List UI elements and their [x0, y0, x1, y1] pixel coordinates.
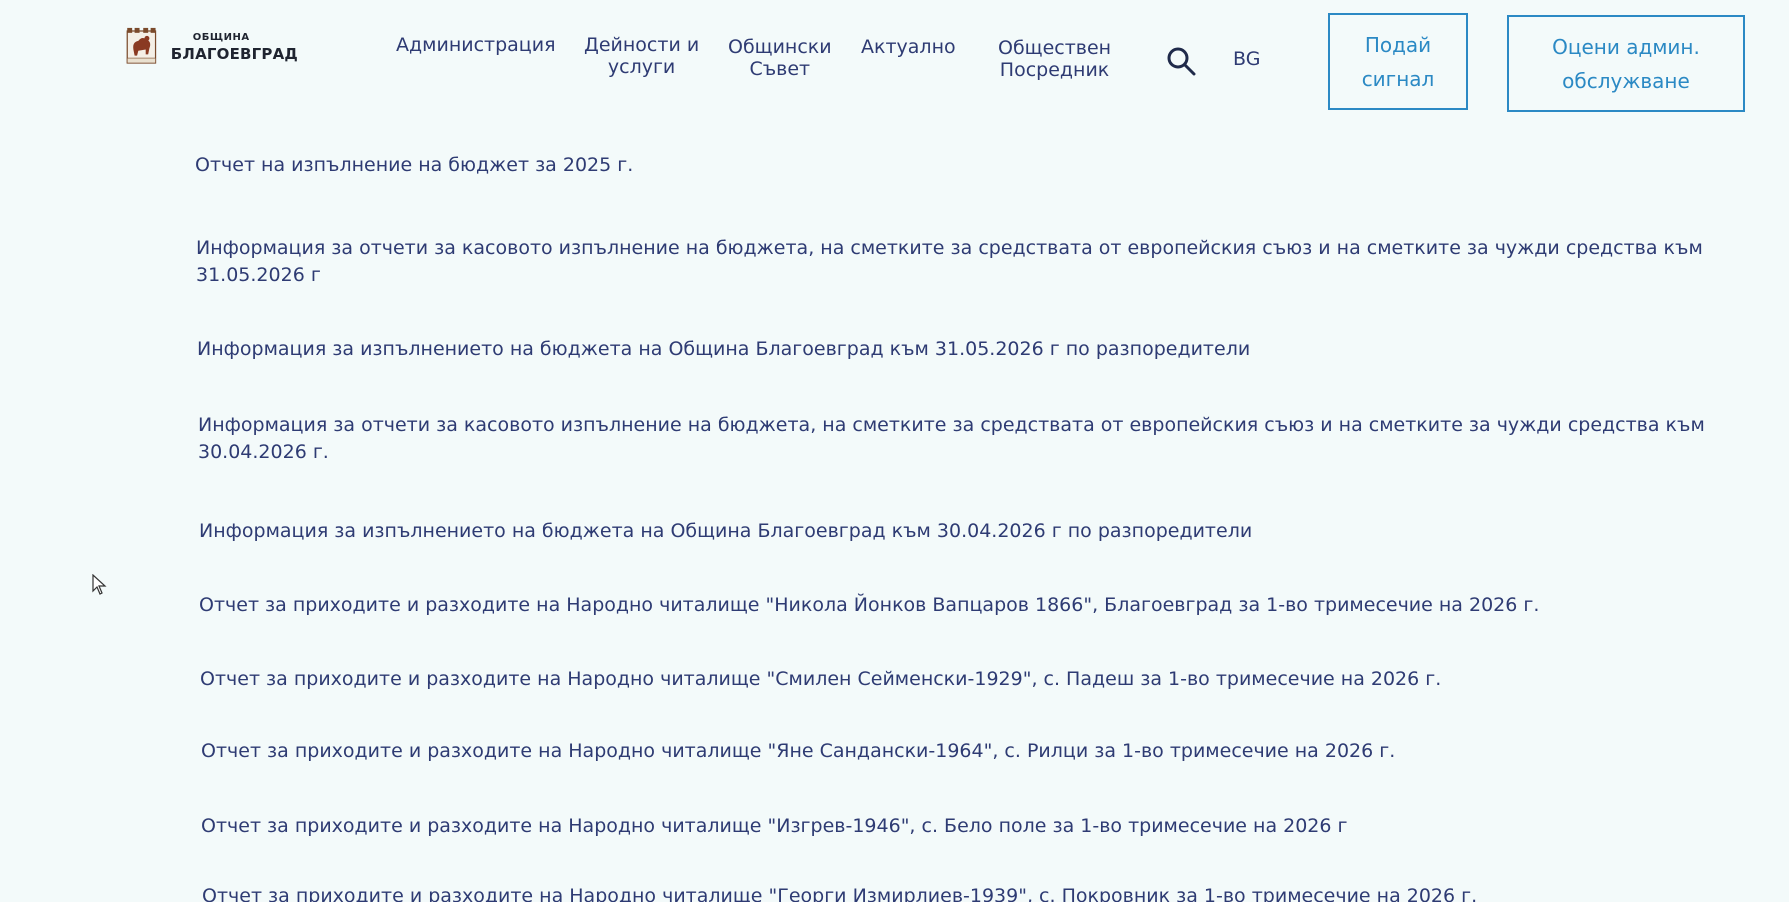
nav-administration[interactable]: Администрация — [396, 34, 556, 56]
document-link[interactable]: Отчет за приходите и разходите на Народн… — [202, 883, 1477, 902]
coat-of-arms-icon — [126, 27, 157, 64]
logo-text: ОБЩИНА БЛАГОЕВГРАД — [171, 32, 298, 63]
document-link[interactable]: Отчет за приходите и разходите на Народн… — [201, 738, 1395, 765]
document-link[interactable]: Отчет за приходите и разходите на Народн… — [201, 813, 1348, 840]
mouse-pointer-icon — [92, 574, 107, 595]
nav-ombudsman[interactable]: Обществен Посредник — [998, 37, 1111, 81]
site-header: ОБЩИНА БЛАГОЕВГРАД Администрация Дейност… — [0, 0, 1789, 118]
nav-municipal-council[interactable]: Общински Съвет — [728, 36, 832, 80]
document-link[interactable]: Отчет на изпълнение на бюджет за 2025 г. — [195, 152, 633, 179]
search-icon[interactable] — [1166, 46, 1196, 76]
document-link[interactable]: Отчет за приходите и разходите на Народн… — [199, 592, 1539, 619]
page: ОБЩИНА БЛАГОЕВГРАД Администрация Дейност… — [0, 0, 1789, 902]
nav-news[interactable]: Актуално — [861, 36, 956, 58]
logo-small-text: ОБЩИНА — [192, 31, 250, 43]
municipality-logo[interactable]: ОБЩИНА БЛАГОЕВГРАД — [126, 14, 298, 80]
language-switch[interactable]: BG — [1233, 48, 1260, 70]
nav-activities-services[interactable]: Дейности и услуги — [584, 34, 699, 78]
document-link[interactable]: Информация за изпълнението на бюджета на… — [197, 336, 1250, 363]
document-link[interactable]: Информация за отчети за касовото изпълне… — [196, 235, 1703, 289]
document-link[interactable]: Отчет за приходите и разходите на Народн… — [200, 666, 1441, 693]
rate-service-button[interactable]: Оцени админ. обслужване — [1507, 15, 1745, 112]
submit-report-button[interactable]: Подай сигнал — [1328, 13, 1468, 110]
document-link[interactable]: Информация за изпълнението на бюджета на… — [199, 518, 1252, 545]
document-link[interactable]: Информация за отчети за касовото изпълне… — [198, 412, 1705, 466]
logo-big-text: БЛАГОЕВГРАД — [170, 44, 298, 63]
